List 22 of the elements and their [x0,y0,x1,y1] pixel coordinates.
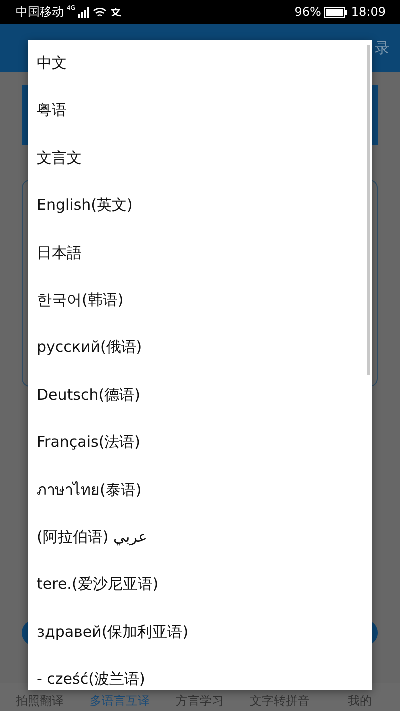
wifi-icon [93,6,108,18]
language-option[interactable]: Deutsch(德语) [28,372,150,420]
language-option[interactable]: tere.(爱沙尼亚语) [28,561,168,609]
carrier-name: 中国移动 [16,4,64,20]
language-option[interactable]: 한국어(韩语) [28,276,133,324]
notification-icon [110,7,122,17]
battery-icon [324,6,348,18]
language-option[interactable]: 中文 [28,40,76,88]
language-option[interactable]: 日本語 [28,230,91,277]
language-option[interactable]: Français(法语) [28,419,150,467]
language-option[interactable]: 文言文 [28,134,91,182]
language-option[interactable]: ภาษาไทย(泰语) [28,466,151,514]
language-option[interactable]: (阿拉伯语) عربي [28,514,156,562]
language-option[interactable]: English(英文) [28,182,142,230]
clock-time: 18:09 [351,5,386,19]
language-option[interactable]: 粤语 [28,87,76,135]
battery-percent: 96% [294,5,322,19]
language-option[interactable]: - cześć(波兰语) [28,656,154,690]
signal-icon [78,6,90,18]
language-option[interactable]: русский(俄语) [28,324,152,372]
scroll-bar[interactable] [367,45,370,375]
language-option[interactable]: здравей(保加利亚语) [28,608,198,656]
